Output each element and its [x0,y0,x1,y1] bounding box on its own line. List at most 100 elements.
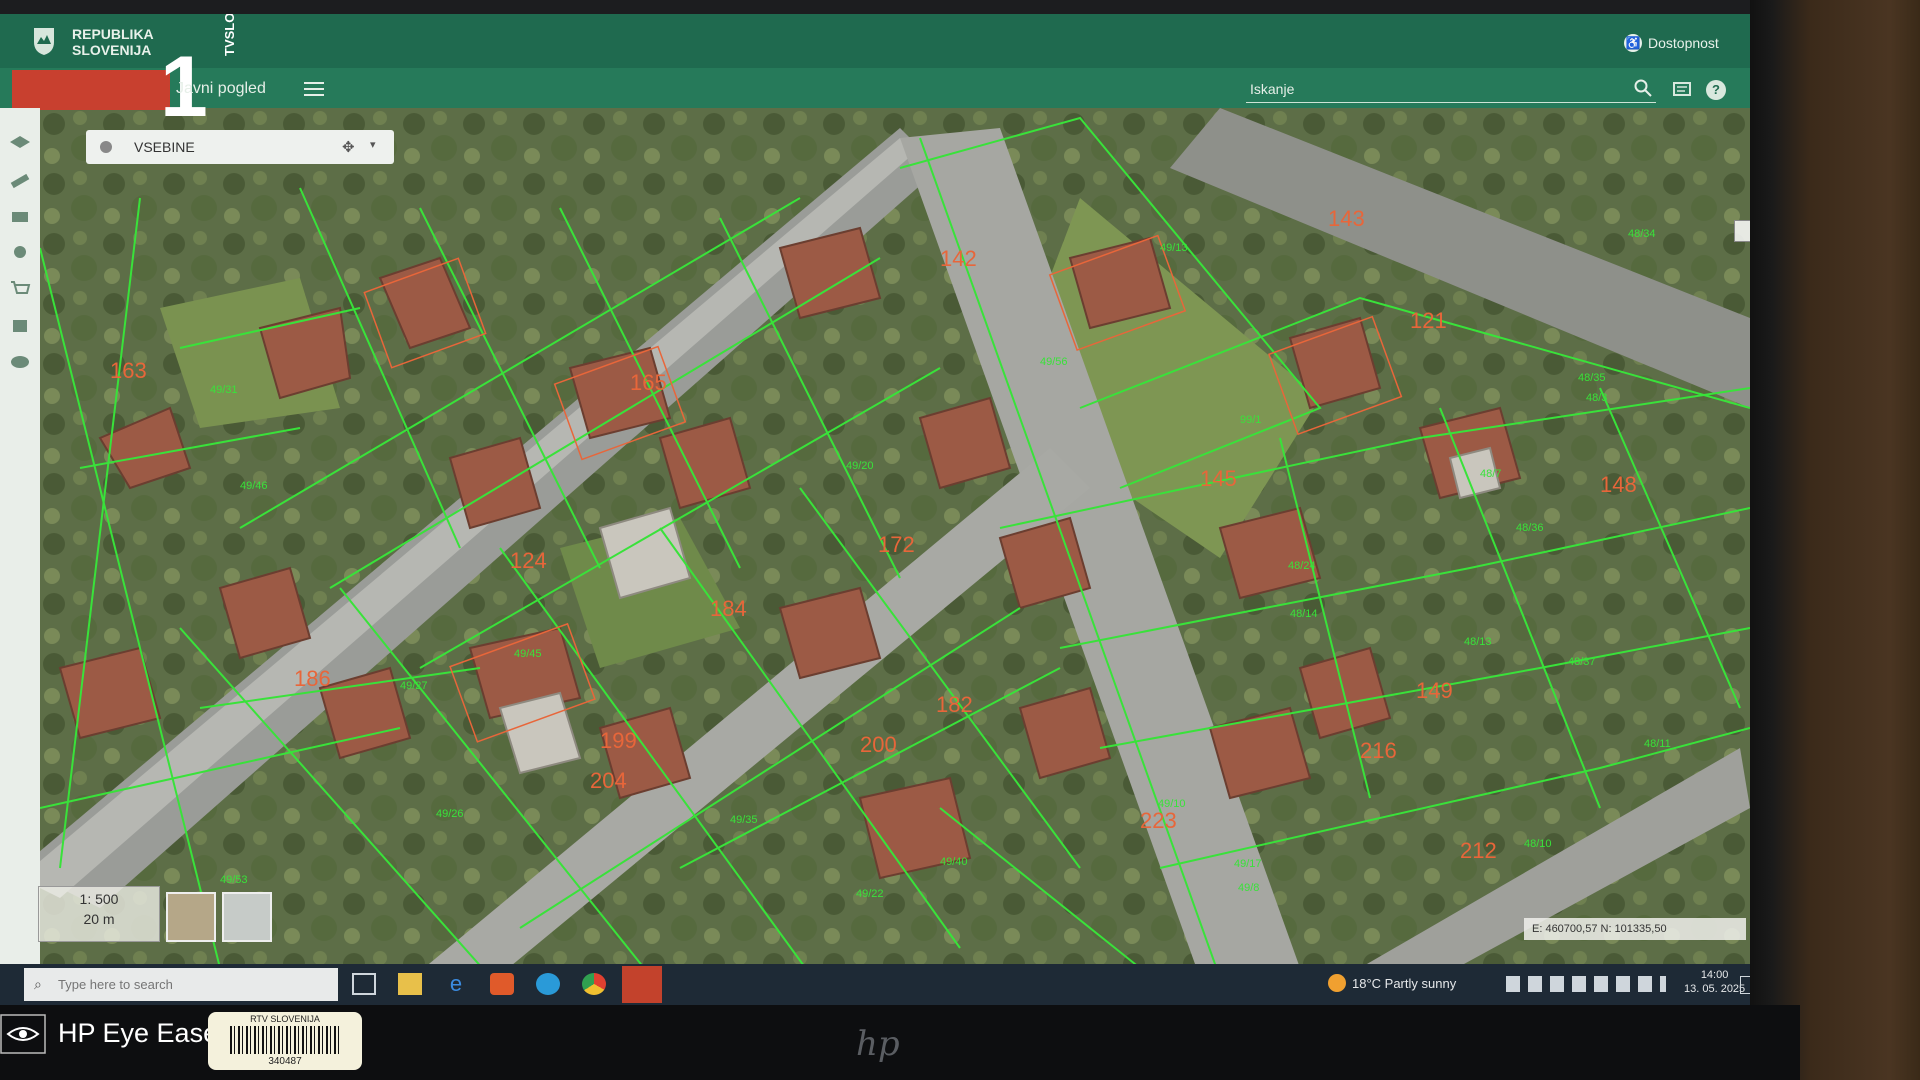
building-number: 186 [294,666,331,691]
background-wall [1750,0,1920,1080]
parcel-number: 49/13 [1160,242,1188,254]
tv-channel-badge [12,70,170,110]
notifications-icon[interactable] [1740,976,1750,994]
search-box [1246,74,1656,103]
coordinates-readout: E: 460700,57 N: 101335,50 [1524,918,1746,940]
legend-icon[interactable] [1672,80,1694,100]
building-number: 204 [590,768,627,793]
building-number: 124 [510,548,547,573]
outlook-icon-active[interactable] [622,966,662,1003]
sticker-owner: RTV SLOVENIJA [250,1014,320,1024]
site-logo[interactable]: REPUBLIKA SLOVENIJA [72,26,154,58]
parcel-number: 49/26 [436,808,464,820]
download-icon[interactable] [8,314,32,336]
parcel-number: 49/22 [856,888,884,900]
building-number: 223 [1140,808,1177,833]
building-number: 143 [1328,206,1365,231]
parcel-number: 48/37 [1568,656,1596,668]
parcel-number: 49/27 [400,680,428,692]
building-number: 212 [1460,838,1497,863]
building-number: 199 [600,728,637,753]
media-app-icon[interactable] [490,973,514,995]
parcel-number: 49/45 [514,648,542,660]
chrome-icon[interactable] [582,973,606,995]
app-header [0,14,1750,68]
chevron-down-icon[interactable]: ▾ [370,138,376,151]
building-number: 121 [1410,308,1447,333]
accessibility-link[interactable]: ♿ Dostopnost [1624,34,1719,52]
print-icon[interactable] [8,206,32,228]
parcel-number: 49/56 [1040,356,1068,368]
taskbar-clock[interactable]: 14:00 13. 05. 2025 [1684,968,1745,996]
building-number: 148 [1600,472,1637,497]
parcel-number: 48/3 [1586,392,1608,404]
left-toolbar [0,108,40,978]
parcel-number: 49/40 [940,856,968,868]
search-input[interactable] [1248,76,1622,102]
file-explorer-icon[interactable] [398,973,422,995]
building-number: 216 [1360,738,1397,763]
parcel-number: 49/46 [240,480,268,492]
parcel-number: 49/20 [846,460,874,472]
parcel-number: 49/53 [220,874,248,886]
edge-icon[interactable] [536,973,560,995]
basemap-topographic-button[interactable] [222,892,272,942]
eye-ease-label: HP Eye Ease [58,1018,219,1048]
internet-explorer-icon[interactable]: e [444,973,468,995]
ruler-icon[interactable] [8,170,32,192]
cart-icon[interactable] [8,278,32,300]
building-number: 149 [1416,678,1453,703]
inventory-sticker: RTV SLOVENIJA 340487 [208,1012,362,1070]
parcel-number: 48/14 [1290,608,1318,620]
view-mode-label: Javni pogled [176,80,266,97]
scale-ratio: 1: 500 [79,891,119,907]
hp-logo: hp [856,1024,900,1064]
windows-taskbar: ⌕ e 18°C Partly sunny 14:00 13. 05. 2025 [0,964,1750,1005]
parcel-number: 49/17 [1234,858,1262,870]
coat-of-arms-icon [34,28,54,55]
building-number: 182 [936,692,973,717]
building-number: 184 [710,596,747,621]
parcel-number: 99/1 [1240,414,1262,426]
taskbar-search-input[interactable] [56,976,330,993]
task-view-icon[interactable] [352,973,376,995]
move-icon[interactable]: ✥ [342,138,355,156]
search-icon[interactable] [1634,79,1652,97]
fullscreen-button[interactable] [1734,220,1750,242]
scale-bar: 1: 500 20 m [38,886,160,942]
contents-dropdown[interactable]: VSEBINE ✥ ▾ [86,130,394,164]
tv-channel-name: TVSLO [222,14,237,56]
parcel-number: 49/8 [1238,882,1260,894]
location-icon[interactable] [8,242,32,264]
search-icon: ⌕ [34,976,42,992]
help-icon[interactable]: ? [1706,80,1726,100]
accessibility-label: Dostopnost [1648,35,1719,51]
eye-icon [0,1014,46,1054]
accessibility-icon: ♿ [1624,34,1642,52]
parcel-number: 48/13 [1464,636,1492,648]
system-tray-icons[interactable] [1506,976,1666,992]
building-number: 142 [940,246,977,271]
basemap-orthophoto-button[interactable] [166,892,216,942]
building-number: 163 [110,358,147,383]
parcel-number: 48/35 [1578,372,1606,384]
building-number: 172 [878,532,915,557]
building-number: 165 [630,370,667,395]
parcel-number: 48/34 [1628,228,1656,240]
weather-text[interactable]: 18°C Partly sunny [1352,976,1456,991]
hamburger-menu-icon[interactable] [304,82,324,96]
layer-toggle-icon[interactable] [100,141,112,153]
parcel-number: 49/10 [1158,798,1186,810]
sticker-number: 340487 [268,1056,302,1067]
cloud-icon[interactable] [8,350,32,372]
parcel-number: 48/7 [1480,468,1502,480]
building-number: 200 [860,732,897,757]
logo-line-2: SLOVENIJA [72,42,152,58]
map-view[interactable]: 163 165 143 142 121 124 172 184 186 200 … [40,108,1750,978]
building-number: 145 [1200,466,1237,491]
parcel-number: 48/10 [1524,838,1552,850]
screen: 163 165 143 142 121 124 172 184 186 200 … [0,14,1750,1005]
layers-icon[interactable] [8,134,32,156]
taskbar-search[interactable]: ⌕ [24,968,338,1001]
parcel-number: 48/11 [1644,738,1671,750]
